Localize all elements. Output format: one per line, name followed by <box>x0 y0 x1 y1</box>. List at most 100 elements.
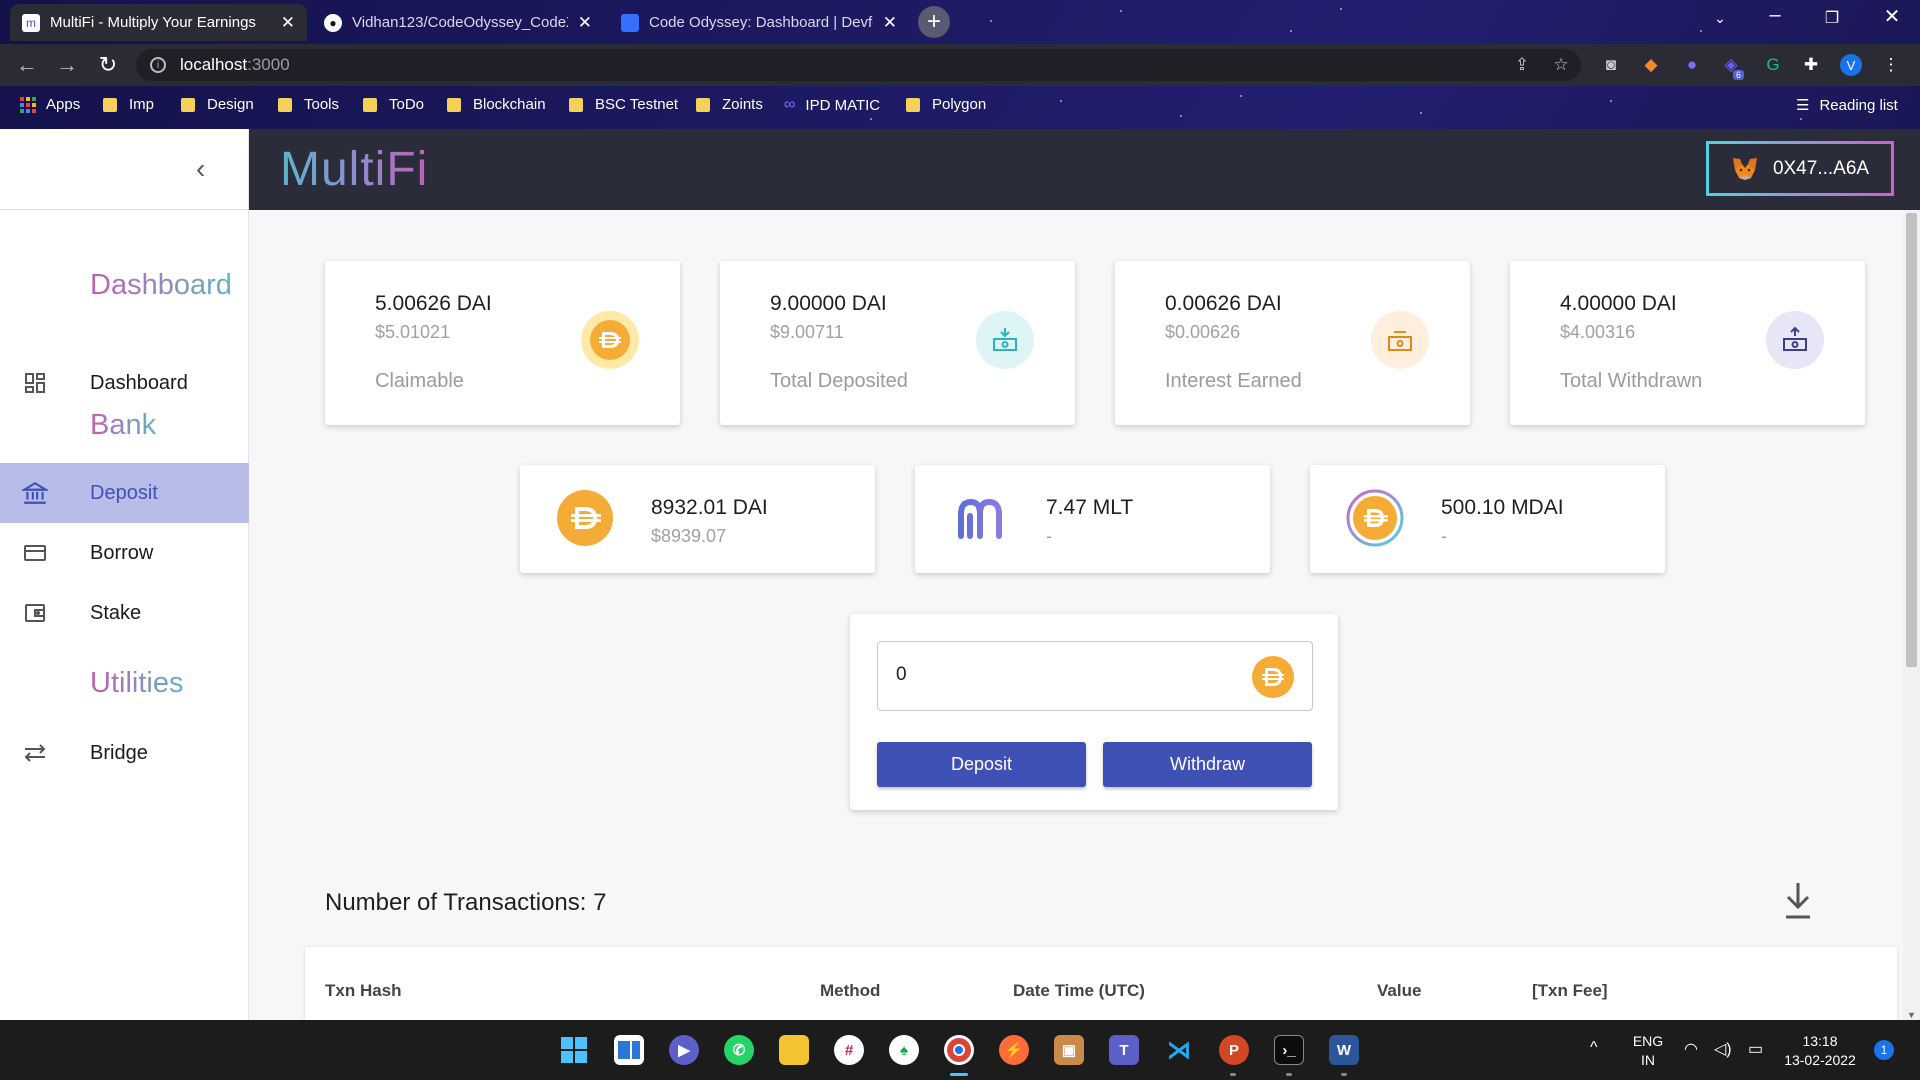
stat-label: Claimable <box>375 370 464 392</box>
stat-card-total-deposited: 9.00000 DAI $9.00711 Total Deposited <box>720 261 1075 425</box>
url-host: localhost <box>180 55 248 74</box>
battery-icon[interactable]: ▭ <box>1748 1040 1763 1059</box>
withdraw-button[interactable]: Withdraw <box>1103 742 1312 787</box>
tab-title: Vidhan123/CodeOdyssey_CodeX <box>352 14 568 31</box>
bookmark-design[interactable]: Design <box>181 96 254 113</box>
wallet-address: 0X47...A6A <box>1772 157 1870 179</box>
profile-avatar[interactable]: V <box>1840 54 1862 76</box>
bookmark-label: Blockchain <box>473 96 546 113</box>
bookmark-imp[interactable]: Imp <box>103 96 154 113</box>
volume-icon[interactable]: ◁) <box>1714 1040 1732 1059</box>
tab-multifi[interactable]: m MultiFi - Multiply Your Earnings ✕ <box>10 4 307 41</box>
chat-icon[interactable]: ▶ <box>669 1035 699 1065</box>
package-box-icon[interactable]: ▣ <box>1054 1035 1084 1065</box>
back-button[interactable]: ← <box>12 52 42 78</box>
bookmark-todo[interactable]: ToDo <box>363 96 424 113</box>
close-tab-icon[interactable]: ✕ <box>883 13 897 33</box>
sidebar-item-deposit[interactable]: Deposit <box>0 463 249 523</box>
scroll-down-arrow-icon[interactable]: ▼ <box>1907 1010 1916 1020</box>
bookmark-star-icon[interactable]: ☆ <box>1550 54 1572 76</box>
whatsapp-icon[interactable]: ✆ <box>724 1035 754 1065</box>
teams-icon[interactable]: T <box>1109 1035 1139 1065</box>
bookmark-bsc-testnet[interactable]: BSC Testnet <box>569 96 678 113</box>
file-explorer-icon[interactable] <box>779 1035 809 1065</box>
notification-badge[interactable]: 1 <box>1874 1040 1894 1060</box>
sidebar-section-dashboard: Dashboard <box>90 269 232 301</box>
discord-extension-icon[interactable]: ● <box>1681 54 1703 76</box>
tab-github[interactable]: ● Vidhan123/CodeOdyssey_CodeX ✕ <box>312 4 604 41</box>
show-hidden-icons-chevron-icon[interactable]: ^ <box>1590 1038 1598 1057</box>
sidebar-item-label: Dashboard <box>90 371 188 394</box>
menu-kebab-icon[interactable]: ⋮ <box>1880 54 1902 76</box>
camera-extension-icon[interactable]: ◙ <box>1600 54 1622 76</box>
restore-button[interactable]: ❐ <box>1812 8 1852 28</box>
bookmark-label: IPD MATIC <box>805 96 881 114</box>
mdai-coin-icon <box>1346 489 1404 547</box>
wifi-icon[interactable]: ◠ <box>1684 1040 1698 1059</box>
minimize-button[interactable]: – <box>1755 4 1795 27</box>
sidebar-item-borrow[interactable]: Borrow <box>0 523 249 583</box>
postman-icon[interactable]: ⚡ <box>999 1035 1029 1065</box>
wallet-connect-button[interactable]: 0X47...A6A <box>1706 141 1894 196</box>
tab-title: Code Odyssey: Dashboard | Devfolio <box>649 14 873 31</box>
folder-icon <box>906 97 920 112</box>
running-indicator <box>1341 1073 1347 1076</box>
language-code: ENG <box>1632 1033 1664 1049</box>
terminal-icon[interactable]: ›_ <box>1274 1035 1304 1065</box>
swap-arrows-icon <box>22 740 48 766</box>
sidebar-item-dashboard[interactable]: Dashboard <box>0 353 249 413</box>
balance-card-mlt: 7.47 MLT - <box>915 465 1270 573</box>
reading-list-button[interactable]: ☰ Reading list <box>1796 96 1898 115</box>
language-indicator[interactable]: ENG IN <box>1632 1032 1664 1070</box>
address-bar[interactable]: i localhost:3000 <box>136 49 1581 81</box>
bookmark-polygon[interactable]: Polygon <box>906 96 986 113</box>
dai-coin-icon <box>556 489 614 547</box>
stat-amount: 0.00626 DAI <box>1165 292 1282 315</box>
scrollbar-thumb[interactable] <box>1906 213 1917 667</box>
tab-title: MultiFi - Multiply Your Earnings <box>50 14 256 31</box>
bookmark-ipd-matic[interactable]: ∞ IPD MATIC <box>784 96 880 114</box>
forward-button[interactable]: → <box>52 52 82 78</box>
deposit-button[interactable]: Deposit <box>877 742 1086 787</box>
task-view-icon[interactable] <box>614 1035 644 1065</box>
bookmark-tools[interactable]: Tools <box>278 96 339 113</box>
chrome-icon[interactable] <box>944 1035 974 1065</box>
windows-start-icon[interactable] <box>559 1035 589 1065</box>
powerpoint-icon[interactable]: P <box>1219 1035 1249 1065</box>
clock[interactable]: 13:18 13-02-2022 <box>1780 1032 1860 1070</box>
brand-logo[interactable]: MultiFi <box>280 142 428 197</box>
slack-icon[interactable]: # <box>834 1035 864 1065</box>
reload-button[interactable]: ↻ <box>93 52 123 78</box>
site-info-icon[interactable]: i <box>150 57 166 73</box>
chevron-left-icon[interactable]: ‹ <box>196 153 205 185</box>
mongodb-icon[interactable]: ♠ <box>889 1035 919 1065</box>
folder-icon <box>103 97 117 112</box>
page-scrollbar[interactable]: ▼ <box>1903 210 1920 1020</box>
new-tab-button[interactable]: + <box>918 6 950 38</box>
metamask-extension-icon[interactable]: ◆ <box>1640 54 1662 76</box>
tab-search-icon[interactable]: ⌄ <box>1700 10 1740 27</box>
extensions-puzzle-icon[interactable]: ✚ <box>1800 54 1822 76</box>
extension-badge: 6 <box>1733 70 1745 80</box>
vscode-icon[interactable]: ⋊ <box>1164 1035 1194 1065</box>
bookmark-blockchain[interactable]: Blockchain <box>447 96 546 113</box>
share-icon[interactable]: ⇪ <box>1511 54 1533 76</box>
close-tab-icon[interactable]: ✕ <box>281 13 295 33</box>
stat-label: Total Deposited <box>770 370 908 392</box>
bookmark-zoints[interactable]: Zoints <box>696 96 763 113</box>
bookmark-apps[interactable]: Apps <box>20 96 80 113</box>
download-icon[interactable] <box>1781 881 1815 921</box>
word-icon[interactable]: W <box>1329 1035 1359 1065</box>
interest-cash-icon <box>1371 311 1429 369</box>
close-tab-icon[interactable]: ✕ <box>578 13 592 33</box>
stat-amount: 9.00000 DAI <box>770 292 887 315</box>
sidebar-item-stake[interactable]: Stake <box>0 583 249 643</box>
close-window-button[interactable]: ✕ <box>1872 4 1912 29</box>
deposit-form-card: Deposit Withdraw <box>850 614 1338 810</box>
grammarly-extension-icon[interactable]: G <box>1762 54 1784 76</box>
sidebar-item-bridge[interactable]: Bridge <box>0 723 249 783</box>
tab-devfolio[interactable]: Code Odyssey: Dashboard | Devfolio ✕ <box>609 4 909 41</box>
balance-card-mdai: 500.10 MDAI - <box>1310 465 1665 573</box>
folder-icon <box>363 97 377 112</box>
amount-input[interactable] <box>896 664 1196 686</box>
